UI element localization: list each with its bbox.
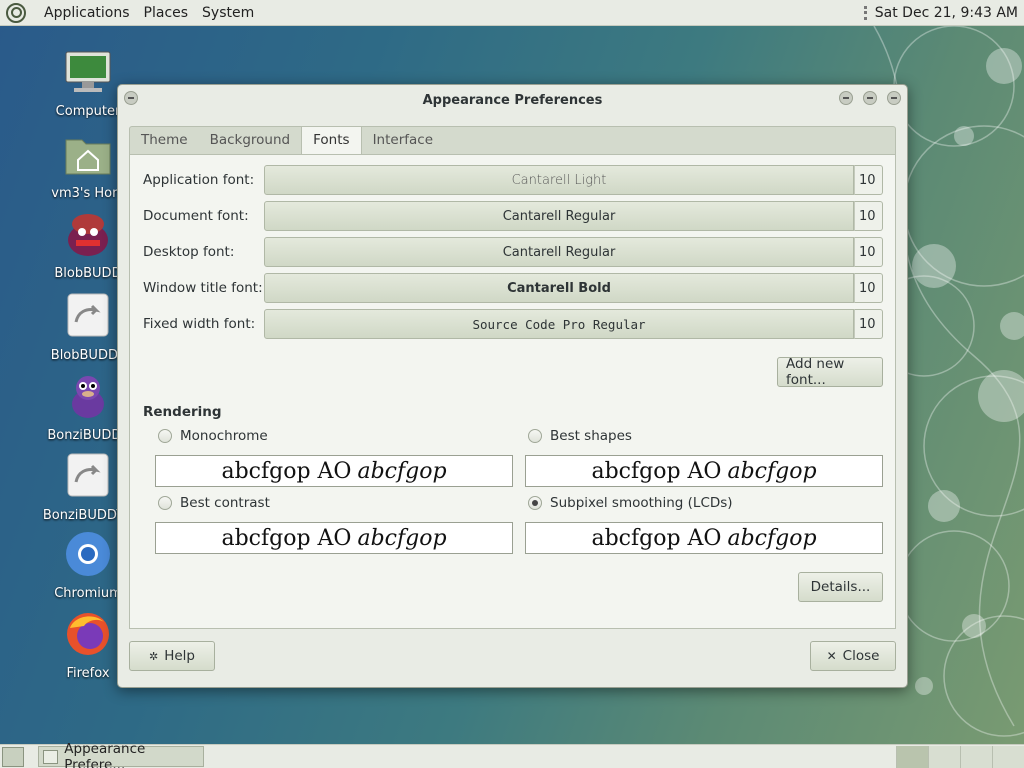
font-row-application: Application font: Cantarell Light 10 bbox=[130, 165, 897, 195]
dialog-titlebar[interactable]: Appearance Preferences bbox=[118, 85, 907, 115]
preview-italic-text: abcfgop bbox=[727, 525, 817, 551]
font-label: Document font: bbox=[143, 208, 249, 224]
close-window-button[interactable] bbox=[887, 91, 901, 105]
taskbar-appearance-preferences[interactable]: Appearance Prefere... bbox=[38, 741, 204, 768]
window-icon bbox=[43, 749, 59, 764]
clock[interactable]: Sat Dec 21, 9:43 AM bbox=[875, 5, 1018, 21]
document-font-button[interactable]: Cantarell Regular bbox=[264, 201, 854, 231]
close-button[interactable]: ✕ Close bbox=[810, 641, 896, 671]
computer-icon bbox=[65, 51, 111, 92]
font-row-fixed-width: Fixed width font: Source Code Pro Regula… bbox=[130, 309, 897, 339]
font-row-document: Document font: Cantarell Regular 10 bbox=[130, 201, 897, 231]
preview-italic-text: abcfgop bbox=[357, 458, 447, 484]
workspace-4[interactable] bbox=[992, 745, 1024, 768]
workspace-3[interactable] bbox=[960, 745, 992, 768]
preview-normal-text: abcfgop AO bbox=[591, 525, 722, 551]
panel-separator bbox=[863, 5, 867, 20]
tab-bar: Theme Background Fonts Interface bbox=[129, 126, 896, 154]
close-icon: ✕ bbox=[826, 649, 837, 663]
bottom-panel: Appearance Prefere... bbox=[0, 741, 1024, 768]
option-label: Monochrome bbox=[180, 428, 268, 444]
minimize-button[interactable] bbox=[839, 91, 853, 105]
workspace-switcher bbox=[896, 745, 1024, 768]
applications-menu[interactable]: Applications bbox=[44, 5, 130, 21]
font-label: Desktop font: bbox=[143, 244, 235, 260]
monochrome-preview[interactable]: abcfgop AO abcfgop bbox=[155, 455, 513, 487]
best-shapes-preview[interactable]: abcfgop AO abcfgop bbox=[525, 455, 883, 487]
window-title-font-size[interactable]: 10 bbox=[854, 273, 883, 303]
shortcut-icon bbox=[67, 293, 109, 337]
subpixel-smoothing-option[interactable]: Subpixel smoothing (LCDs) bbox=[528, 495, 733, 511]
workspace-1[interactable] bbox=[896, 745, 928, 768]
option-label: Subpixel smoothing (LCDs) bbox=[550, 495, 733, 511]
best-shapes-option[interactable]: Best shapes bbox=[528, 428, 632, 444]
bonzibuddy-icon bbox=[72, 376, 104, 418]
desktop-font-button[interactable]: Cantarell Regular bbox=[264, 237, 854, 267]
font-row-desktop: Desktop font: Cantarell Regular 10 bbox=[130, 237, 897, 267]
tab-background[interactable]: Background bbox=[199, 127, 302, 154]
best-shapes-radio[interactable] bbox=[528, 429, 542, 443]
option-label: Best contrast bbox=[180, 495, 270, 511]
application-font-button[interactable]: Cantarell Light bbox=[264, 165, 854, 195]
close-label: Close bbox=[842, 648, 880, 664]
help-icon: ✲ bbox=[149, 649, 159, 663]
fonts-tab-panel: Application font: Cantarell Light 10 Doc… bbox=[129, 154, 896, 629]
maximize-button[interactable] bbox=[863, 91, 877, 105]
font-row-window-title: Window title font: Cantarell Bold 10 bbox=[130, 273, 897, 303]
add-new-font-button[interactable]: Add new font... bbox=[777, 356, 883, 388]
fixed-width-font-size[interactable]: 10 bbox=[854, 309, 883, 339]
distro-logo-icon bbox=[6, 2, 26, 23]
system-menu[interactable]: System bbox=[202, 5, 254, 21]
preview-italic-text: abcfgop bbox=[357, 525, 447, 551]
window-menu-button[interactable] bbox=[124, 91, 138, 105]
application-font-size[interactable]: 10 bbox=[854, 165, 883, 195]
font-label: Fixed width font: bbox=[143, 316, 256, 332]
taskbar-window-title: Appearance Prefere... bbox=[64, 740, 146, 768]
monochrome-radio[interactable] bbox=[158, 429, 172, 443]
shortcut-icon bbox=[67, 453, 109, 497]
tab-container: Theme Background Fonts Interface Applica… bbox=[129, 126, 896, 629]
main-menu: Applications Places System bbox=[6, 2, 254, 23]
chromium-icon bbox=[66, 532, 110, 576]
dialog-title: Appearance Preferences bbox=[422, 92, 603, 108]
window-title-font-button[interactable]: Cantarell Bold bbox=[264, 273, 854, 303]
subpixel-smoothing-preview[interactable]: abcfgop AO abcfgop bbox=[525, 522, 883, 554]
option-label: Best shapes bbox=[550, 428, 632, 444]
appearance-preferences-dialog: Appearance Preferences Theme Background … bbox=[117, 84, 908, 688]
monochrome-option[interactable]: Monochrome bbox=[158, 428, 268, 444]
places-menu[interactable]: Places bbox=[144, 5, 189, 21]
details-button[interactable]: Details... bbox=[798, 572, 883, 602]
show-desktop-icon[interactable] bbox=[2, 746, 24, 767]
blobbuddy-icon bbox=[68, 214, 108, 256]
desktop-font-size[interactable]: 10 bbox=[854, 237, 883, 267]
subpixel-smoothing-radio[interactable] bbox=[528, 496, 542, 510]
firefox-icon bbox=[67, 613, 109, 655]
document-font-size[interactable]: 10 bbox=[854, 201, 883, 231]
help-button[interactable]: ✲ Help bbox=[129, 641, 215, 671]
font-label: Window title font: bbox=[143, 280, 263, 296]
home-folder-icon bbox=[65, 139, 111, 175]
font-label: Application font: bbox=[143, 172, 255, 188]
tab-fonts[interactable]: Fonts bbox=[301, 127, 362, 154]
rendering-section-title: Rendering bbox=[143, 404, 222, 420]
best-contrast-radio[interactable] bbox=[158, 496, 172, 510]
best-contrast-option[interactable]: Best contrast bbox=[158, 495, 270, 511]
tab-interface[interactable]: Interface bbox=[362, 127, 444, 154]
preview-italic-text: abcfgop bbox=[727, 458, 817, 484]
preview-normal-text: abcfgop AO bbox=[221, 458, 352, 484]
top-panel: Applications Places System Sat Dec 21, 9… bbox=[0, 0, 1024, 26]
fixed-width-font-button[interactable]: Source Code Pro Regular bbox=[264, 309, 854, 339]
preview-normal-text: abcfgop AO bbox=[591, 458, 722, 484]
help-label: Help bbox=[164, 648, 195, 664]
tab-theme[interactable]: Theme bbox=[130, 127, 199, 154]
best-contrast-preview[interactable]: abcfgop AO abcfgop bbox=[155, 522, 513, 554]
workspace-2[interactable] bbox=[928, 745, 960, 768]
preview-normal-text: abcfgop AO bbox=[221, 525, 352, 551]
